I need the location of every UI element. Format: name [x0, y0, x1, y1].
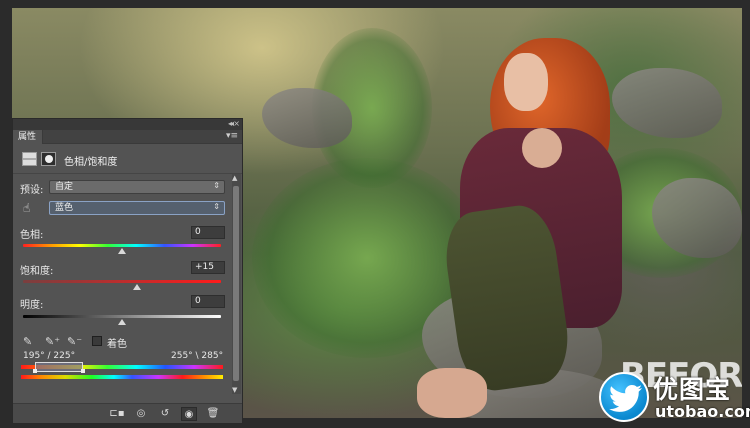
properties-panel: ◂◂ × 属性 ▾≡ 色相/饱和度 预设: 自定 ⇕ ☝ 蓝色 ⇕ 色相: 0 … — [12, 118, 243, 424]
preset-label: 预设: — [20, 185, 44, 196]
subject-shoulder — [522, 128, 562, 168]
adjustment-header: 色相/饱和度 — [13, 146, 242, 174]
channel-select[interactable]: 蓝色 ⇕ — [49, 201, 225, 215]
saturation-label: 饱和度: — [20, 266, 54, 277]
range-handle-left[interactable] — [33, 369, 37, 373]
range-right-readout: 255° \ 285° — [171, 351, 224, 361]
hue-slider-track[interactable] — [23, 244, 221, 247]
scroll-down-icon[interactable]: ▼ — [232, 386, 237, 394]
scrollbar-thumb[interactable] — [233, 186, 239, 381]
updown-arrow-icon: ⇕ — [213, 181, 220, 190]
scroll-up-icon[interactable]: ▲ — [232, 174, 237, 182]
hand-target-icon[interactable]: ☝ — [23, 201, 30, 215]
lightness-slider-thumb[interactable] — [118, 319, 126, 325]
saturation-slider-thumb[interactable] — [132, 284, 141, 290]
hue-slider-thumb[interactable] — [118, 248, 126, 254]
clip-to-layer-icon[interactable]: ⊏▪ — [109, 407, 125, 421]
eyedropper-icon[interactable]: ✎ — [23, 335, 32, 348]
preset-select[interactable]: 自定 ⇕ — [49, 180, 225, 194]
panel-bottom-bar: ⊏▪ ◎ ↺ ◉ 🗑 — [13, 403, 242, 423]
range-handle-right[interactable] — [81, 369, 85, 373]
color-bar-bottom — [21, 375, 223, 379]
range-left-readout: 195° / 225° — [23, 351, 76, 361]
close-panel-icon[interactable]: × — [233, 119, 240, 128]
trash-icon[interactable]: 🗑 — [205, 407, 221, 421]
visibility-icon[interactable]: ◉ — [181, 407, 197, 421]
hue-input[interactable]: 0 — [191, 226, 225, 239]
view-previous-icon[interactable]: ◎ — [133, 407, 149, 421]
eyedropper-plus-icon[interactable]: ✎⁺ — [45, 335, 60, 348]
channel-value: 蓝色 — [55, 203, 74, 213]
color-range-selector[interactable] — [35, 362, 83, 372]
lightness-slider-track[interactable] — [23, 315, 221, 318]
rock — [612, 68, 722, 138]
hue-label: 色相: — [20, 230, 44, 241]
subject-face — [504, 53, 548, 111]
preset-value: 自定 — [55, 182, 74, 192]
reset-icon[interactable]: ↺ — [157, 407, 173, 421]
hue-saturation-icon[interactable] — [22, 152, 37, 166]
lightness-input[interactable]: 0 — [191, 295, 225, 308]
twitter-bird-icon — [599, 372, 649, 422]
collapse-icon[interactable]: ◂◂ — [228, 119, 234, 128]
watermark-brand-cn: 优图宝 — [653, 375, 732, 404]
panel-tabbar: 属性 ▾≡ — [13, 130, 242, 144]
panel-scrollbar[interactable]: ▲ ▼ — [232, 174, 241, 394]
watermark: 优图宝 utobao.com — [595, 368, 750, 426]
saturation-slider-track[interactable] — [23, 280, 221, 283]
adjustment-title: 色相/饱和度 — [64, 157, 118, 168]
eyedropper-minus-icon[interactable]: ✎⁻ — [67, 335, 82, 348]
subject-feet — [417, 368, 487, 418]
tab-properties[interactable]: 属性 — [13, 130, 43, 144]
watermark-brand-en: utobao.com — [655, 402, 750, 421]
updown-arrow-icon: ⇕ — [213, 202, 220, 211]
colorize-label: 着色 — [107, 339, 127, 350]
lightness-label: 明度: — [20, 300, 44, 311]
panel-menu-icon[interactable]: ▾≡ — [226, 131, 238, 141]
panel-titlebar[interactable]: ◂◂ × — [13, 119, 242, 130]
colorize-checkbox[interactable] — [92, 336, 102, 346]
mask-icon[interactable] — [41, 152, 56, 166]
saturation-input[interactable]: +15 — [191, 261, 225, 274]
rock — [262, 88, 352, 148]
